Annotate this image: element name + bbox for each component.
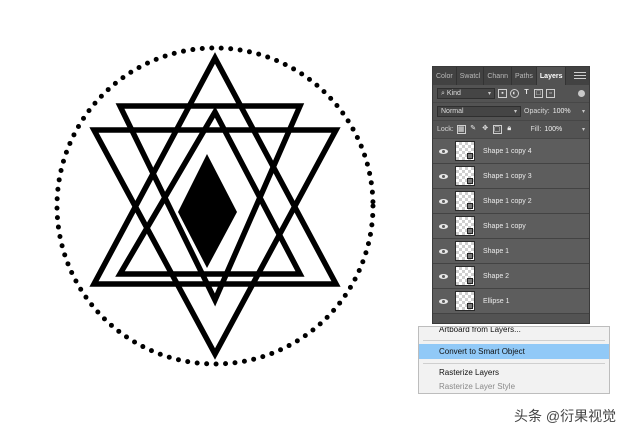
layer-thumbnail bbox=[455, 291, 475, 311]
layer-row[interactable]: Shape 2 bbox=[433, 264, 589, 289]
tab-swatches[interactable]: Swatcl bbox=[457, 67, 485, 85]
layers-panel: Color Swatcl Chann Paths Layers ⌕ Kind ▾… bbox=[432, 66, 590, 324]
visibility-eye-icon[interactable] bbox=[433, 273, 453, 279]
watermark: 头条 @衍果视觉 bbox=[514, 408, 617, 424]
layer-thumbnail bbox=[455, 216, 475, 236]
menu-item-rasterize-layers[interactable]: Rasterize Layers bbox=[419, 365, 609, 380]
menu-item-rasterize-layer-style: Rasterize Layer Style bbox=[439, 382, 516, 391]
layer-name: Ellipse 1 bbox=[483, 297, 510, 305]
layer-row[interactable]: Shape 1 copy bbox=[433, 214, 589, 239]
lock-label: Lock: bbox=[437, 126, 454, 133]
menu-item-convert-to-smart-object[interactable]: Convert to Smart Object bbox=[419, 344, 609, 359]
visibility-eye-icon[interactable] bbox=[433, 148, 453, 154]
chevron-down-icon[interactable]: ▾ bbox=[579, 126, 585, 133]
layer-name: Shape 1 copy bbox=[483, 222, 526, 230]
blend-mode-select[interactable]: Normal ▾ bbox=[437, 106, 521, 117]
layer-row[interactable]: Ellipse 1 bbox=[433, 289, 589, 314]
kind-filter-select[interactable]: ⌕ Kind ▾ bbox=[437, 88, 495, 99]
center-diamond bbox=[178, 154, 237, 268]
tab-channels[interactable]: Chann bbox=[484, 67, 512, 85]
lock-image-pixels-icon[interactable]: ✎ bbox=[469, 125, 478, 134]
layer-thumbnail bbox=[455, 191, 475, 211]
opacity-label: Opacity: bbox=[524, 108, 550, 115]
layer-row[interactable]: Shape 1 bbox=[433, 239, 589, 264]
fill-value[interactable]: 100% bbox=[544, 126, 562, 133]
context-menu: Artboard from Layers... Convert to Smart… bbox=[418, 326, 610, 394]
tab-layers[interactable]: Layers bbox=[536, 67, 567, 85]
visibility-eye-icon[interactable] bbox=[433, 298, 453, 304]
smart-object-filter-icon[interactable]: ▫ bbox=[546, 89, 555, 98]
filter-row: ⌕ Kind ▾ ▪ ◐ T □ ▫ bbox=[433, 85, 589, 103]
panel-menu-icon[interactable] bbox=[574, 69, 586, 82]
filter-toggle-icon[interactable] bbox=[578, 90, 585, 97]
layer-thumbnail bbox=[455, 166, 475, 186]
layer-name: Shape 1 copy 4 bbox=[483, 147, 532, 155]
adjustment-filter-icon[interactable]: ◐ bbox=[510, 89, 519, 98]
layer-row[interactable]: Shape 1 copy 3 bbox=[433, 164, 589, 189]
pixel-filter-icon[interactable]: ▪ bbox=[498, 89, 507, 98]
chevron-down-icon: ▾ bbox=[513, 109, 517, 115]
visibility-eye-icon[interactable] bbox=[433, 173, 453, 179]
layer-row[interactable]: Shape 1 copy 2 bbox=[433, 189, 589, 214]
tab-paths[interactable]: Paths bbox=[512, 67, 537, 85]
visibility-eye-icon[interactable] bbox=[433, 248, 453, 254]
layer-name: Shape 1 bbox=[483, 247, 510, 255]
search-icon: ⌕ bbox=[441, 89, 445, 97]
layer-name: Shape 1 copy 3 bbox=[483, 172, 532, 180]
layer-thumbnail bbox=[455, 266, 475, 286]
tab-color[interactable]: Color bbox=[433, 67, 457, 85]
artwork-canvas bbox=[54, 45, 376, 367]
menu-separator bbox=[423, 363, 605, 364]
lock-position-icon[interactable]: ✥ bbox=[481, 125, 490, 134]
menu-item-artboard-from-layers[interactable]: Artboard from Layers... bbox=[419, 327, 609, 337]
layer-thumbnail bbox=[455, 141, 475, 161]
menu-separator bbox=[423, 340, 605, 341]
panel-tabs: Color Swatcl Chann Paths Layers bbox=[433, 67, 589, 85]
layer-name: Shape 2 bbox=[483, 272, 510, 280]
layer-thumbnail bbox=[455, 241, 475, 261]
lock-transparent-pixels-icon[interactable]: ▦ bbox=[456, 125, 466, 134]
visibility-eye-icon[interactable] bbox=[433, 223, 453, 229]
opacity-value[interactable]: 100% bbox=[553, 108, 571, 115]
layer-name: Shape 1 copy 2 bbox=[483, 197, 532, 205]
shape-filter-icon[interactable]: □ bbox=[534, 89, 543, 98]
layer-row[interactable]: Shape 1 copy 4 bbox=[433, 139, 589, 164]
type-filter-icon[interactable]: T bbox=[522, 89, 531, 98]
chevron-down-icon[interactable]: ▾ bbox=[579, 108, 585, 115]
visibility-eye-icon[interactable] bbox=[433, 198, 453, 204]
lock-row: Lock: ▦ ✎ ✥ ▢ 🔒︎ Fill: 100% ▾ bbox=[433, 121, 589, 139]
layer-list: Shape 1 copy 4 Shape 1 copy 3 Shape 1 co… bbox=[433, 139, 589, 323]
blend-row: Normal ▾ Opacity: 100% ▾ bbox=[433, 103, 589, 121]
fill-label: Fill: bbox=[530, 126, 542, 133]
lock-artboard-icon[interactable]: ▢ bbox=[492, 125, 502, 134]
chevron-down-icon: ▾ bbox=[487, 91, 491, 97]
lock-all-icon[interactable]: 🔒︎ bbox=[505, 125, 514, 134]
